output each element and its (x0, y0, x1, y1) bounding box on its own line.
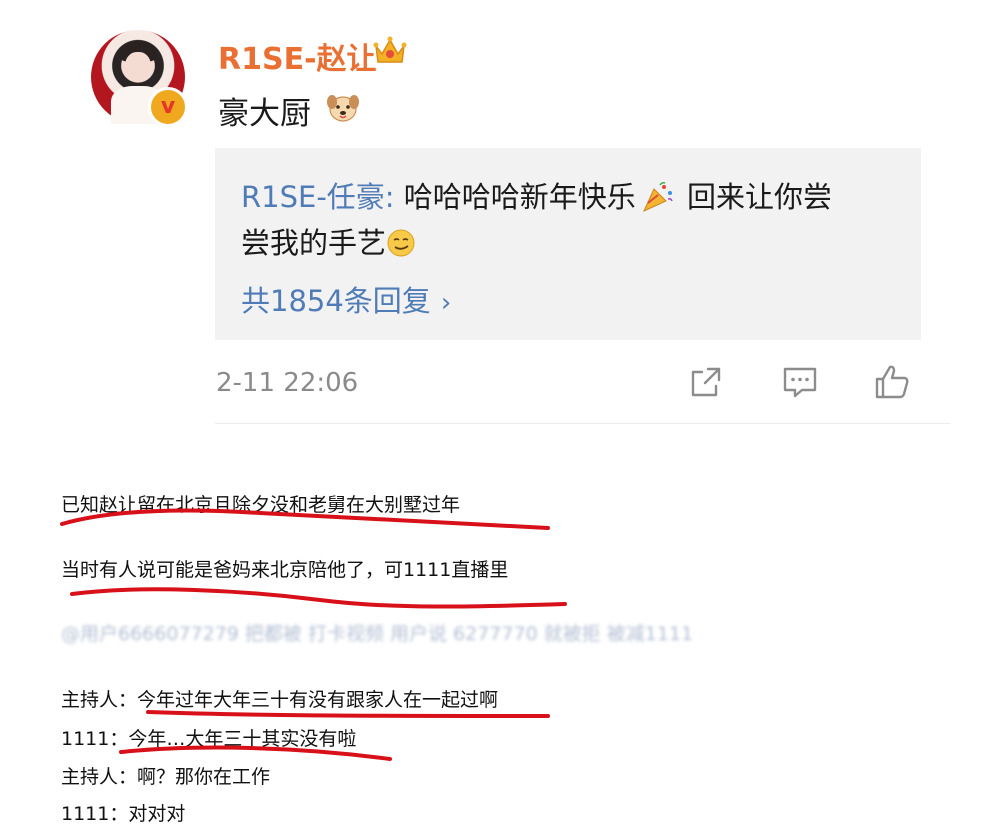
chevron-right-icon: › (440, 288, 452, 318)
underline-3 (146, 710, 550, 718)
reply-preview-box[interactable]: R1SE-任豪: 哈哈哈哈新年快乐 回来让你尝 尝我的手艺 共1854条回复 › (215, 148, 921, 340)
reply-count-link[interactable]: 共1854条回复 › (241, 278, 451, 320)
blurred-mention-line: @用户6666077279 把都被 打卡视频 用户说 6277770 就被拒 被… (61, 623, 694, 645)
transcript-line-1: 主持人：今年过年大年三十有没有跟家人在一起过啊 (61, 689, 499, 711)
share-icon[interactable] (686, 362, 726, 402)
comment-icon[interactable] (780, 362, 820, 402)
card-divider (215, 423, 950, 424)
party-popper-icon (642, 181, 673, 213)
post-text: 豪大厨 (218, 96, 311, 132)
verified-v-icon: v (148, 87, 188, 127)
reply-count-label: 共1854条回复 (241, 284, 431, 318)
note-line-1: 已知赵让留在北京且除夕没和老舅在大别墅过年 (61, 494, 461, 516)
crown-icon (373, 36, 407, 63)
reply-text-part-2: 回来让你尝 (677, 180, 833, 214)
note-line-2: 当时有人说可能是爸妈来北京陪他了，可1111直播里 (61, 559, 509, 581)
underline-2 (70, 587, 567, 609)
reply-author[interactable]: R1SE-任豪: (241, 180, 395, 214)
username[interactable]: R1SE-赵让 (218, 34, 377, 78)
reply-line-2: 尝我的手艺 (241, 220, 416, 262)
reply-text-part-1: 哈哈哈哈新年快乐 (394, 180, 636, 214)
transcript-line-3: 主持人：啊？那你在工作 (61, 766, 271, 788)
smirk-emoji-icon (387, 229, 415, 257)
transcript-line-2: 1111：今年…大年三十其实没有啦 (61, 728, 357, 750)
reply-line-1: R1SE-任豪: 哈哈哈哈新年快乐 回来让你尝 (241, 174, 832, 216)
transcript-line-4: 1111：对对对 (61, 803, 186, 825)
dog-emoji-icon (327, 95, 359, 122)
avatar-face (125, 52, 151, 82)
thumbs-up-icon[interactable] (872, 362, 912, 402)
post-timestamp: 2-11 22:06 (216, 368, 359, 398)
reply-text-part-3: 尝我的手艺 (241, 226, 387, 260)
